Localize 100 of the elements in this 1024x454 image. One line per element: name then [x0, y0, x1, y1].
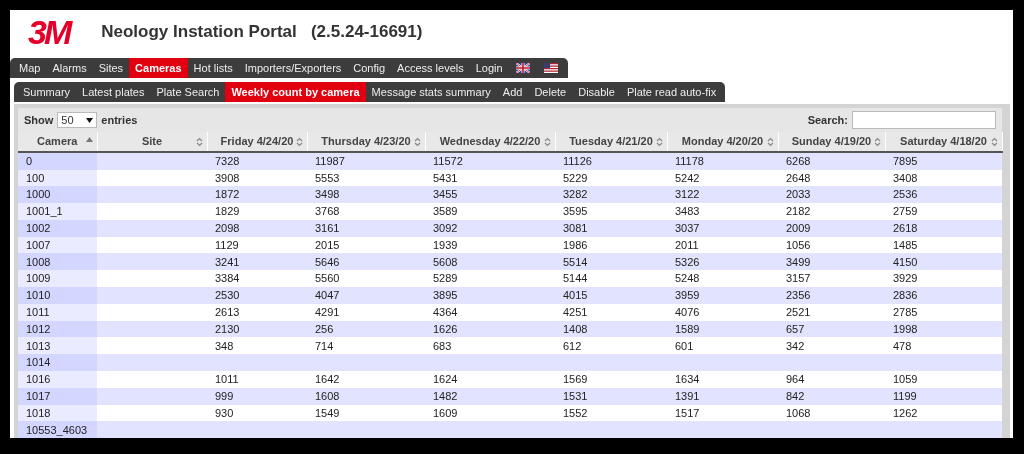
- column-header[interactable]: Friday 4/24/20: [207, 132, 307, 152]
- table-cell: 657: [786, 322, 805, 335]
- column-header[interactable]: Saturday 4/18/20: [885, 132, 1002, 152]
- table-cell: 1549: [315, 406, 340, 419]
- table-cell: 1517: [675, 406, 700, 419]
- table-cell: 1199: [893, 390, 917, 402]
- column-header[interactable]: Tuesday 4/21/20: [555, 132, 667, 152]
- table-cell: 1634: [675, 373, 700, 386]
- table-cell: 2009: [786, 222, 811, 235]
- table-cell: 3589: [433, 205, 458, 218]
- column-header[interactable]: Sunday 4/19/20: [778, 132, 885, 152]
- table-cell: 1624: [433, 373, 458, 386]
- table-cell: 100: [26, 171, 45, 184]
- column-header[interactable]: Monday 4/20/20: [667, 132, 778, 152]
- main-nav-tab[interactable]: Sites: [92, 58, 130, 78]
- sub-nav-tab[interactable]: Plate read auto-fix: [620, 82, 723, 102]
- table-cell: 4150: [893, 255, 918, 268]
- table-cell: 3122: [675, 188, 700, 201]
- sort-arrows-icon: [295, 137, 303, 147]
- table-cell: 5560: [315, 272, 340, 285]
- main-nav-tab[interactable]: Access levels: [391, 58, 470, 78]
- table-cell: 1998: [893, 322, 918, 335]
- sub-nav-tab[interactable]: Weekly count by camera: [225, 82, 366, 102]
- search-field[interactable]: [852, 111, 996, 129]
- column-header[interactable]: Wednesday 4/22/20: [425, 132, 555, 152]
- table-cell: 5229: [563, 171, 588, 184]
- table-cell: 2618: [893, 222, 918, 235]
- table-cell: 1986: [563, 238, 588, 251]
- page-title: Neology Instation Portal (2.5.24-16691): [101, 21, 423, 44]
- table-cell: 4364: [433, 306, 458, 318]
- table-cell: 2182: [786, 205, 811, 218]
- table-cell: 2530: [215, 289, 240, 302]
- table-cell: 1009: [26, 272, 51, 285]
- table-cell: 1485: [893, 238, 918, 251]
- sort-arrows-icon: [195, 137, 203, 147]
- column-header[interactable]: Thursday 4/23/20: [307, 132, 425, 152]
- table-cell: 1608: [315, 390, 340, 402]
- table-cell: 342: [786, 339, 805, 352]
- sub-nav-tab[interactable]: Summary: [17, 82, 77, 102]
- table-cell: 1391: [675, 390, 700, 402]
- table-cell: 5242: [675, 171, 700, 184]
- table-cell: 2015: [315, 238, 340, 251]
- table-cell: 5144: [563, 272, 588, 285]
- table-cell: 11987: [315, 155, 345, 167]
- table-cell: 10553_4603: [26, 423, 88, 436]
- column-header[interactable]: Camera: [18, 132, 97, 152]
- table-cell: 3595: [563, 205, 588, 218]
- table-cell: 601: [675, 339, 694, 352]
- main-nav-tab[interactable]: Map: [13, 58, 47, 78]
- table-cell: 1000: [26, 188, 51, 201]
- table-cell: 1016: [26, 373, 51, 386]
- table-cell: 1408: [563, 322, 588, 335]
- table-cell: 3929: [893, 272, 918, 285]
- table-cell: 478: [893, 339, 912, 352]
- sort-arrow-icon: [85, 137, 93, 142]
- table-cell: 3092: [433, 222, 458, 235]
- column-header[interactable]: Site: [97, 132, 207, 152]
- table-cell: 3895: [433, 289, 458, 302]
- table-cell: 2648: [786, 171, 811, 184]
- main-nav-tab[interactable]: Hot lists: [187, 58, 239, 78]
- table-cell: 2130: [215, 322, 240, 335]
- table-cell: 1013: [26, 339, 51, 352]
- sort-arrows-icon: [766, 137, 774, 147]
- table-cell: 2613: [215, 306, 240, 318]
- main-nav-tab[interactable]: Importers/Exporters: [238, 58, 348, 78]
- table-cell: 5608: [433, 255, 458, 268]
- table-cell: 1056: [786, 238, 811, 251]
- table-cell: 3037: [675, 222, 700, 235]
- sub-nav-tab[interactable]: Disable: [572, 82, 621, 102]
- sub-nav-tab[interactable]: Message stats summary: [365, 82, 497, 102]
- table-cell: 3384: [215, 272, 240, 285]
- table-cell: 2033: [786, 188, 811, 201]
- table-cell: 5431: [433, 171, 458, 184]
- table-cell: 7328: [215, 155, 240, 167]
- table-cell: 348: [215, 339, 234, 352]
- table-cell: 1012: [26, 322, 51, 335]
- table-cell: 2836: [893, 289, 918, 302]
- table-cell: 11126: [563, 155, 592, 167]
- main-nav-tab[interactable]: Alarms: [46, 58, 93, 78]
- sub-nav-tab[interactable]: Delete: [528, 82, 573, 102]
- sort-arrows-icon: [413, 137, 421, 147]
- table-cell: 3498: [315, 188, 340, 201]
- main-nav-tab[interactable]: Login: [469, 58, 509, 78]
- sort-arrows-icon: [873, 137, 881, 147]
- sub-nav-tab[interactable]: Plate Search: [150, 82, 226, 102]
- sub-nav-tab[interactable]: Add: [496, 82, 529, 102]
- main-nav-tab[interactable]: Config: [347, 58, 392, 78]
- table-cell: 6268: [786, 155, 811, 167]
- table-cell: 2356: [786, 289, 811, 302]
- table-cell: 1001_1: [26, 205, 63, 218]
- main-nav-tab[interactable]: Cameras: [129, 58, 188, 78]
- table-cell: 2011: [675, 238, 699, 251]
- table-cell: 1014: [26, 356, 51, 369]
- table-cell: 4291: [315, 306, 340, 318]
- page-size-select[interactable]: 50: [57, 112, 98, 128]
- table-cell: 1609: [433, 406, 458, 419]
- table-cell: 1262: [893, 406, 918, 419]
- sub-nav-tab[interactable]: Latest plates: [76, 82, 151, 102]
- table-cell: 3157: [786, 272, 811, 285]
- table-cell: 1068: [786, 406, 811, 419]
